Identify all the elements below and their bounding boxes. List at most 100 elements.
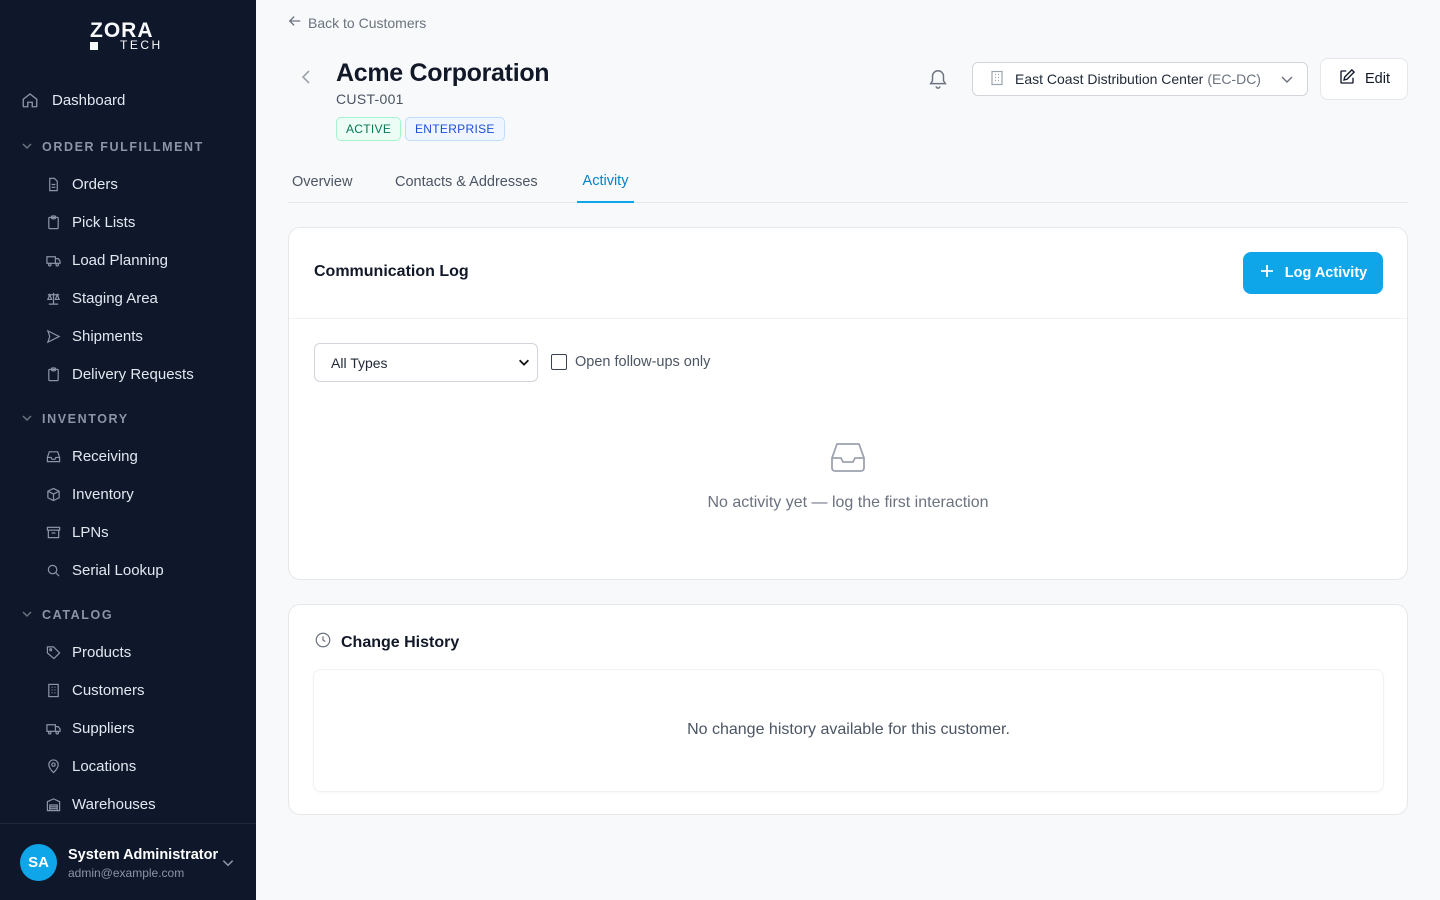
chevron-down-icon: [517, 355, 531, 372]
notifications-button[interactable]: [927, 68, 949, 90]
sidebar-item-serial-lookup[interactable]: Serial Lookup: [0, 552, 256, 588]
chevron-down-icon: [21, 140, 33, 155]
activity-type-value: All Types: [331, 354, 388, 371]
open-follow-ups-label: Open follow-ups only: [575, 354, 711, 370]
back-to-customers-link[interactable]: Back to Customers: [288, 14, 426, 31]
back-link-label: Back to Customers: [308, 14, 427, 31]
bell-icon: [927, 70, 949, 94]
communication-log-card: Communication Log Log Activity All Types…: [288, 227, 1408, 580]
section-catalog[interactable]: CATALOG: [21, 605, 113, 625]
sidebar-item-label: Staging Area: [72, 289, 158, 307]
sidebar-item-load-planning[interactable]: Load Planning: [0, 242, 256, 278]
clock-icon: [314, 631, 332, 654]
zoratech-logo[interactable]: ZORA TECH: [90, 18, 170, 52]
chevron-down-icon: [1279, 71, 1295, 90]
change-history-panel: No change history available for this cus…: [313, 669, 1384, 792]
chevron-down-icon: [21, 608, 33, 623]
svg-text:TECH: TECH: [120, 38, 163, 52]
sidebar-item-products[interactable]: Products: [0, 634, 256, 670]
archive-icon: [45, 524, 61, 540]
warehouse-code: (EC-DC): [1207, 71, 1261, 87]
sidebar-item-inventory[interactable]: Inventory: [0, 476, 256, 512]
tab-overview[interactable]: Overview: [292, 160, 352, 203]
truck-icon: [45, 252, 61, 268]
sidebar-item-label: Suppliers: [72, 719, 135, 737]
sidebar-item-label: Products: [72, 643, 132, 661]
chevron-left-icon: [301, 69, 311, 90]
user-name: System Administrator: [68, 847, 219, 863]
tab-contacts-addresses[interactable]: Contacts & Addresses: [395, 160, 538, 203]
pin-icon: [45, 758, 61, 774]
sidebar-item-lpns[interactable]: LPNs: [0, 514, 256, 550]
sidebar-item-shipments[interactable]: Shipments: [0, 318, 256, 354]
warehouse-select[interactable]: East Coast Distribution Center (EC-DC): [972, 62, 1308, 96]
sidebar-item-locations[interactable]: Locations: [0, 748, 256, 784]
user-menu[interactable]: SA System Administrator admin@example.co…: [0, 823, 256, 900]
page-title: Acme Corporation: [336, 59, 550, 87]
open-follow-ups-toggle[interactable]: Open follow-ups only: [551, 354, 710, 370]
document-icon: [45, 176, 61, 192]
activity-type-select[interactable]: All Types: [314, 343, 538, 382]
sidebar-item-customers[interactable]: Customers: [0, 672, 256, 708]
open-follow-ups-checkbox[interactable]: [551, 354, 567, 370]
warehouse-name: East Coast Distribution Center: [1015, 71, 1204, 87]
sidebar-item-staging-area[interactable]: Staging Area: [0, 280, 256, 316]
activity-empty-text: No activity yet — log the first interact…: [707, 494, 989, 511]
log-activity-button[interactable]: Log Activity: [1243, 252, 1383, 294]
sidebar-item-pick-lists[interactable]: Pick Lists: [0, 204, 256, 240]
section-order-fulfillment[interactable]: ORDER FULFILLMENT: [21, 137, 204, 157]
edit-button[interactable]: Edit: [1320, 58, 1408, 100]
tier-badge: ENTERPRISE: [405, 117, 505, 141]
warehouse-icon: [45, 796, 61, 812]
tag-icon: [45, 644, 61, 660]
sidebar-item-suppliers[interactable]: Suppliers: [0, 710, 256, 746]
sidebar-item-label: Load Planning: [72, 251, 168, 269]
home-icon: [21, 91, 39, 109]
section-label: CATALOG: [42, 608, 114, 622]
sidebar: ZORA TECH Dashboard ORDER FULFILLMENT Or…: [0, 0, 256, 900]
change-history-empty-text: No change history available for this cus…: [687, 721, 1010, 738]
sidebar-item-dashboard[interactable]: Dashboard: [0, 82, 256, 118]
sidebar-item-label: Delivery Requests: [72, 365, 194, 383]
chevron-down-icon: [221, 856, 235, 875]
box-icon: [45, 486, 61, 502]
sidebar-item-label: Serial Lookup: [72, 561, 164, 579]
sidebar-item-warehouses[interactable]: Warehouses: [0, 786, 256, 822]
sidebar-item-label: Customers: [72, 681, 145, 699]
chevron-down-icon: [21, 412, 33, 427]
status-badge: ACTIVE: [336, 117, 402, 141]
sidebar-item-delivery-requests[interactable]: Delivery Requests: [0, 356, 256, 392]
clipboard-icon: [45, 366, 61, 382]
sidebar-item-receiving[interactable]: Receiving: [0, 438, 256, 474]
scale-icon: [45, 290, 61, 306]
inbox-icon: [45, 448, 61, 464]
building-icon: [989, 70, 1005, 89]
change-history-header: Change History: [314, 631, 459, 654]
sidebar-item-label: LPNs: [72, 523, 109, 541]
section-inventory[interactable]: INVENTORY: [21, 409, 129, 429]
change-history-title: Change History: [341, 633, 460, 651]
communication-log-title: Communication Log: [314, 263, 469, 280]
log-activity-label: Log Activity: [1284, 265, 1368, 281]
sidebar-item-label: Warehouses: [72, 795, 156, 813]
section-label: ORDER FULFILLMENT: [42, 140, 204, 154]
avatar: SA: [20, 844, 57, 881]
search-icon: [45, 562, 61, 578]
sidebar-item-label: Orders: [72, 175, 118, 193]
tab-bar: Overview Contacts & Addresses Activity: [288, 160, 1408, 203]
change-history-card: Change History No change history availab…: [288, 604, 1408, 815]
tab-activity[interactable]: Activity: [577, 160, 634, 203]
clipboard-icon: [45, 214, 61, 230]
sidebar-item-label: Locations: [72, 757, 137, 775]
divider: [289, 318, 1407, 319]
sidebar-item-orders[interactable]: Orders: [0, 166, 256, 202]
edit-label: Edit: [1365, 71, 1390, 87]
sidebar-item-label: Dashboard: [52, 91, 126, 109]
sidebar-item-label: Inventory: [72, 485, 134, 503]
sidebar-item-label: Receiving: [72, 447, 138, 465]
user-email: admin@example.com: [68, 866, 185, 880]
customer-code: CUST-001: [336, 91, 404, 107]
arrow-left-icon: [288, 14, 302, 31]
truck-icon: [45, 720, 61, 736]
previous-button[interactable]: [296, 68, 316, 90]
